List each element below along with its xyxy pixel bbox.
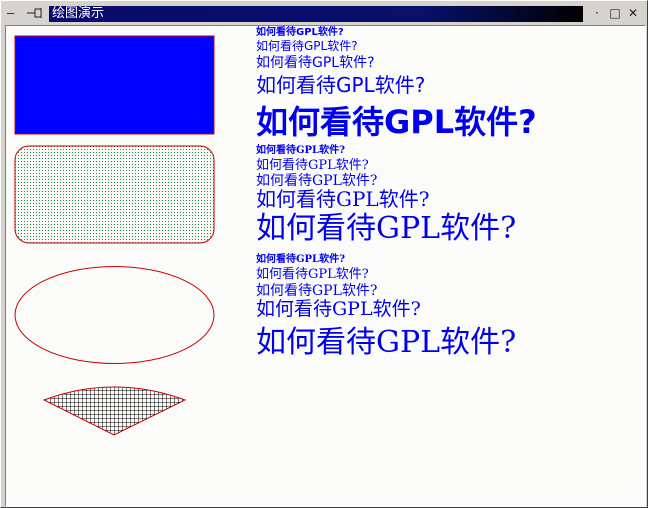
close-button[interactable]: ✕ bbox=[625, 5, 641, 21]
text-sample: 如何看待GPL软件? bbox=[256, 283, 378, 299]
text-sample: 如何看待GPL软件? bbox=[256, 254, 345, 265]
drawing-canvas: 如何看待GPL软件? 如何看待GPL软件? 如何看待GPL软件? 如何看待GPL… bbox=[5, 25, 646, 507]
text-sample: 如何看待GPL软件? bbox=[256, 267, 369, 282]
filled-rectangle bbox=[14, 35, 215, 135]
shapes-layer bbox=[14, 35, 215, 436]
text-sample: 如何看待GPL软件? bbox=[256, 173, 378, 189]
text-sample: 如何看待GPL软件? bbox=[256, 325, 517, 360]
dotted-rounded-rectangle bbox=[14, 145, 215, 244]
pin-icon[interactable] bbox=[27, 6, 43, 20]
title-area[interactable]: 绘图演示 bbox=[49, 6, 583, 22]
text-sample: 如何看待GPL软件? bbox=[256, 158, 369, 173]
text-sample: 如何看待GPL软件? bbox=[256, 27, 344, 38]
text-sample: 如何看待GPL软件? bbox=[256, 73, 426, 97]
grid-fan-shape bbox=[42, 386, 187, 436]
text-sample: 如何看待GPL软件? bbox=[256, 187, 430, 211]
text-sample: 如何看待GPL软件? bbox=[256, 145, 345, 156]
window-menu-icon[interactable]: — bbox=[7, 5, 14, 21]
text-sample: 如何看待GPL软件? bbox=[256, 298, 421, 320]
text-sample: 如何看待GPL软件? bbox=[256, 103, 537, 141]
text-sample: 如何看待GPL软件? bbox=[256, 39, 358, 53]
title-bar[interactable]: — 绘图演示 · □ ✕ bbox=[3, 3, 645, 23]
text-sample: 如何看待GPL软件? bbox=[256, 55, 375, 71]
text-sample: 如何看待GPL软件? bbox=[256, 211, 517, 246]
window-title: 绘图演示 bbox=[52, 6, 105, 21]
maximize-button[interactable]: □ bbox=[607, 5, 623, 21]
outline-ellipse bbox=[14, 266, 215, 364]
app-window: — 绘图演示 · □ ✕ 如何看待GPL软件? 如何看待GPL软件? 如何看待G… bbox=[0, 0, 648, 508]
minimize-button[interactable]: · bbox=[589, 5, 605, 21]
